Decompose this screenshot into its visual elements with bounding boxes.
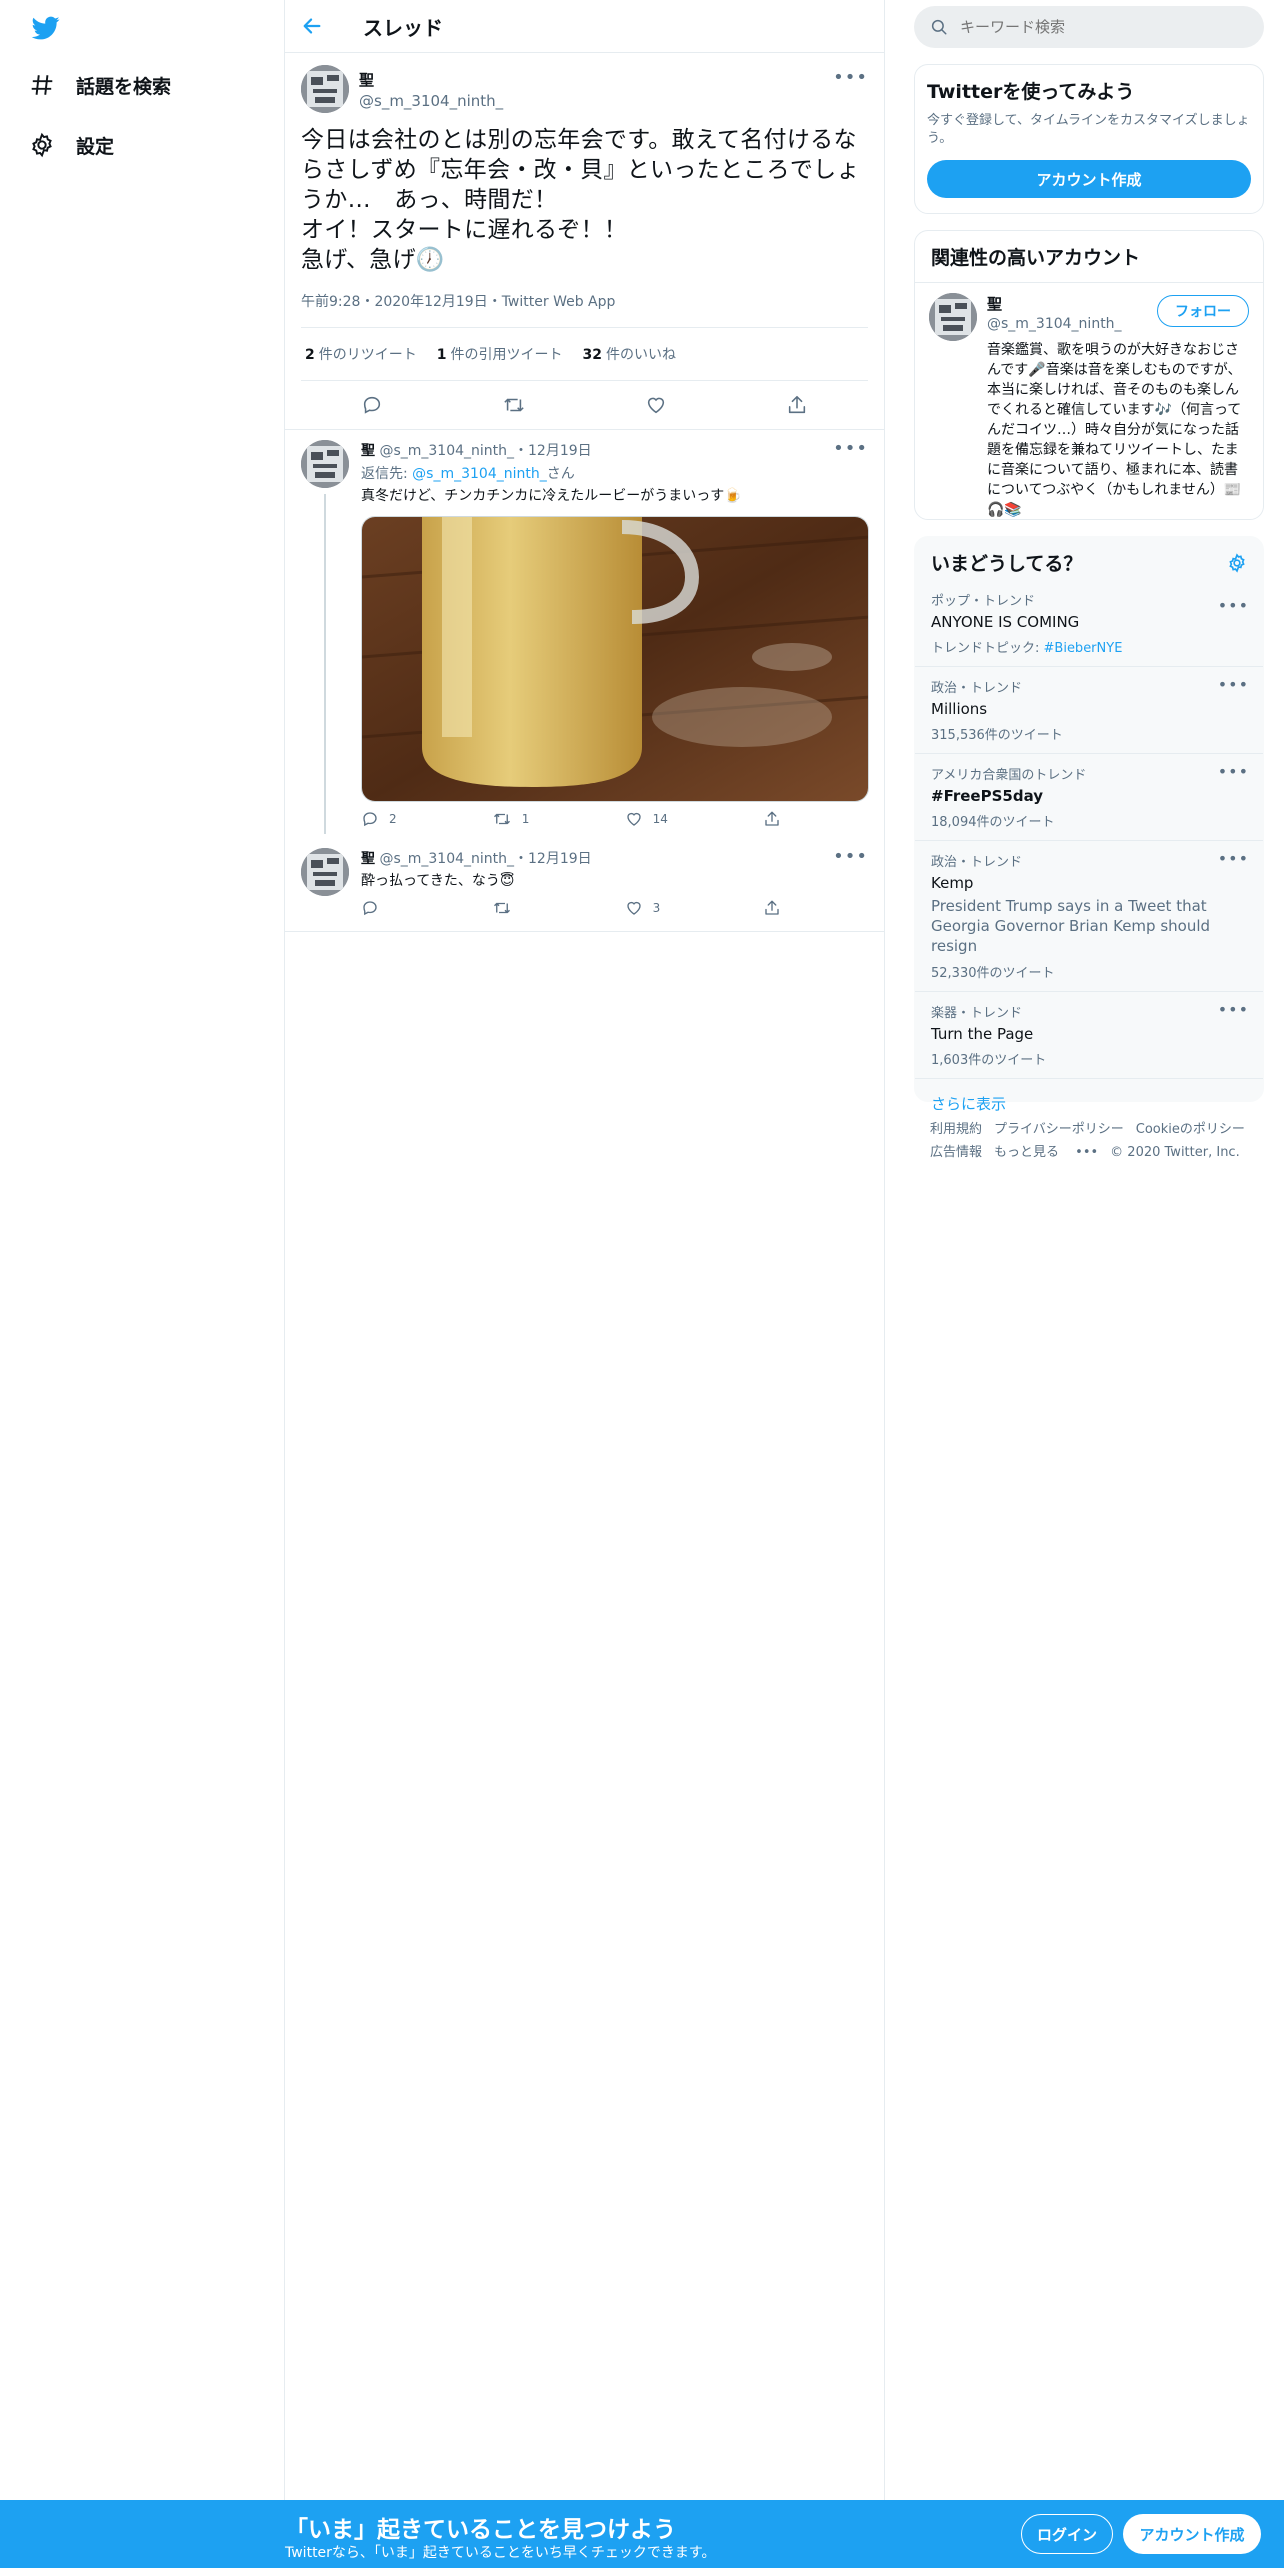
author-name[interactable]: 聖: [361, 851, 375, 867]
left-nav: 話題を検索 設定: [0, 0, 285, 2500]
trends-card: いまどうしてる？ ポップ・トレンド ANYONE IS COMING トレンドト…: [914, 536, 1264, 1113]
back-arrow-icon[interactable]: [301, 15, 323, 37]
more-options-icon[interactable]: •••: [833, 846, 868, 867]
trends-title: いまどうしてる？: [931, 553, 1083, 575]
avatar[interactable]: [301, 440, 349, 488]
quotes-stat[interactable]: 1 件の引用ツイート: [437, 344, 563, 364]
more-options-icon[interactable]: •••: [1218, 849, 1249, 868]
search-icon: [930, 18, 948, 36]
likes-stat[interactable]: 32 件のいいね: [583, 344, 676, 364]
footer-links: 利用規約 プライバシーポリシー Cookieのポリシー広告情報 もっと見る ••• © …: [930, 1118, 1260, 1164]
author-handle-date[interactable]: @s_m_3104_ninth_・12月19日: [379, 443, 591, 459]
replying-to: 返信先: @s_m_3104_ninth_さん: [361, 466, 575, 482]
reply-button[interactable]: 2: [361, 810, 397, 828]
nav-explore-label: 話題を検索: [76, 75, 172, 98]
gear-icon: [28, 131, 56, 159]
more-options-icon[interactable]: •••: [833, 438, 868, 459]
retweet-button[interactable]: [492, 899, 522, 917]
related-title: 関連性の高いアカウント: [915, 231, 1263, 283]
author-handle-date[interactable]: @s_m_3104_ninth_・12月19日: [379, 851, 591, 867]
gear-icon[interactable]: [1227, 552, 1247, 573]
footer-privacy[interactable]: プライバシーポリシー: [994, 1118, 1124, 1141]
share-button[interactable]: [763, 810, 791, 828]
trend-topic-link[interactable]: #BieberNYE: [1044, 641, 1123, 656]
like-button[interactable]: 14: [625, 810, 668, 828]
trend-item[interactable]: ポップ・トレンド ANYONE IS COMING トレンドトピック: #Bie…: [915, 588, 1263, 666]
more-options-icon[interactable]: •••: [1218, 1000, 1249, 1019]
create-account-button[interactable]: アカウント作成: [927, 160, 1251, 198]
footer-copyright: © 2020 Twitter, Inc.: [1110, 1145, 1240, 1160]
like-button[interactable]: 3: [625, 899, 661, 917]
trend-item[interactable]: 政治・トレンド Millions 315,536件のツイート •••: [915, 666, 1263, 753]
more-options-icon[interactable]: •••: [1218, 762, 1249, 781]
author-name[interactable]: 聖: [361, 443, 375, 459]
reply-text: 酔っ払ってきた、なう😇: [361, 873, 515, 889]
more-options-icon[interactable]: •••: [1218, 675, 1249, 694]
signup-card: Twitterを使ってみよう 今すぐ登録して、タイムラインをカスタマイズしましょ…: [914, 64, 1264, 214]
thread-connector: [324, 494, 326, 834]
bottom-signup-bar: 「いま」起きていることを見つけよう Twitterなら、「いま」起きていることを…: [0, 2500, 1284, 2568]
page-title: スレッド: [363, 15, 443, 40]
tweet-stats: 2 件のリツイート 1 件の引用ツイート 32 件のいいね: [301, 328, 868, 381]
avatar[interactable]: [929, 293, 977, 341]
footer-cookie[interactable]: Cookieのポリシー: [1136, 1118, 1245, 1141]
author-name[interactable]: 聖: [359, 69, 503, 90]
reply-button[interactable]: [361, 899, 389, 917]
twitter-logo-icon[interactable]: [30, 14, 62, 42]
reply-tweet[interactable]: 聖 @s_m_3104_ninth_・12月19日 酔っ払ってきた、なう😇 3 …: [285, 836, 884, 932]
trend-item[interactable]: 楽器・トレンド Turn the Page 1,603件のツイート •••: [915, 991, 1263, 1078]
signup-title: Twitterを使ってみよう: [927, 81, 1135, 103]
trend-item[interactable]: アメリカ合衆国のトレンド #FreePS5day 18,094件のツイート ••…: [915, 753, 1263, 840]
share-button[interactable]: [763, 899, 791, 917]
retweet-count: 1: [521, 812, 530, 826]
login-button[interactable]: ログイン: [1021, 2514, 1113, 2554]
reply-actions: 3: [361, 899, 791, 917]
bottom-bar-subtitle: Twitterなら、「いま」起きていることをいち早くチェックできます。: [285, 2545, 716, 2561]
tweet-actions: [301, 381, 868, 429]
tweet-text: 今日は会社のとは別の忘年会です。敢えて名付けるならさしずめ『忘年会・改・貝』とい…: [301, 127, 860, 273]
signup-button[interactable]: アカウント作成: [1123, 2514, 1261, 2554]
avatar[interactable]: [301, 848, 349, 896]
thread-header: スレッド: [285, 0, 884, 53]
nav-explore[interactable]: 話題を検索: [28, 65, 171, 105]
footer-terms[interactable]: 利用規約: [930, 1118, 982, 1141]
tweet-timestamp[interactable]: 午前9:28・2020年12月19日・Twitter Web App: [301, 291, 868, 328]
like-count: 14: [652, 812, 668, 826]
related-bio: 音楽鑑賞、歌を唄うのが大好きなおじさんです🎤音楽は音を楽しむものですが、本当に楽…: [987, 342, 1242, 518]
reply-icon[interactable]: [361, 394, 383, 416]
reply-text: 真冬だけど、チンカチンカに冷えたルービーがうまいっす🍺: [361, 488, 742, 504]
beer-photo[interactable]: [361, 516, 869, 802]
retweet-icon[interactable]: [502, 394, 526, 416]
footer-ads[interactable]: 広告情報: [930, 1141, 982, 1164]
search-input[interactable]: [960, 18, 1240, 36]
main-column: スレッド 聖 @s_m_3104_ninth_ ••• 今日は会社のとは別の忘年…: [285, 0, 885, 2500]
reply-header: 聖 @s_m_3104_ninth_・12月19日: [361, 440, 869, 460]
more-options-icon[interactable]: •••: [1218, 596, 1249, 615]
search-bar[interactable]: [914, 6, 1264, 48]
retweet-button[interactable]: 1: [492, 810, 530, 828]
reply-count: 2: [389, 812, 397, 826]
reply-actions: 2 1 14: [361, 810, 791, 828]
share-icon[interactable]: [786, 394, 808, 416]
like-count: 3: [652, 901, 661, 915]
avatar[interactable]: [301, 65, 349, 113]
reply-tweet[interactable]: 聖 @s_m_3104_ninth_・12月19日 返信先: @s_m_3104…: [285, 430, 884, 836]
signup-subtitle: 今すぐ登録して、タイムラインをカスタマイズしましょう。: [927, 113, 1250, 146]
hashtag-icon: [28, 71, 56, 99]
reply-header: 聖 @s_m_3104_ninth_・12月19日: [361, 848, 868, 868]
follow-button[interactable]: フォロー: [1157, 295, 1249, 327]
nav-settings[interactable]: 設定: [28, 125, 114, 165]
retweets-stat[interactable]: 2 件のリツイート: [305, 344, 417, 364]
footer-more[interactable]: もっと見る •••: [994, 1141, 1098, 1164]
more-options-icon[interactable]: •••: [833, 67, 868, 88]
replying-to-link[interactable]: @s_m_3104_ninth_: [412, 466, 547, 482]
focal-tweet: 聖 @s_m_3104_ninth_ ••• 今日は会社のとは別の忘年会です。敢…: [285, 53, 884, 430]
related-accounts-card: 関連性の高いアカウント 聖 @s_m_3104_ninth_ 音楽鑑賞、歌を唄う…: [914, 230, 1264, 520]
related-account[interactable]: 聖 @s_m_3104_ninth_ 音楽鑑賞、歌を唄うのが大好きなおじさんです…: [915, 283, 1263, 520]
like-icon[interactable]: [645, 394, 667, 416]
nav-settings-label: 設定: [76, 135, 115, 158]
bottom-bar-title: 「いま」起きていることを見つけよう: [285, 2517, 676, 2543]
author-handle[interactable]: @s_m_3104_ninth_: [359, 92, 503, 110]
trend-item[interactable]: 政治・トレンド Kemp President Trump says in a T…: [915, 840, 1263, 991]
